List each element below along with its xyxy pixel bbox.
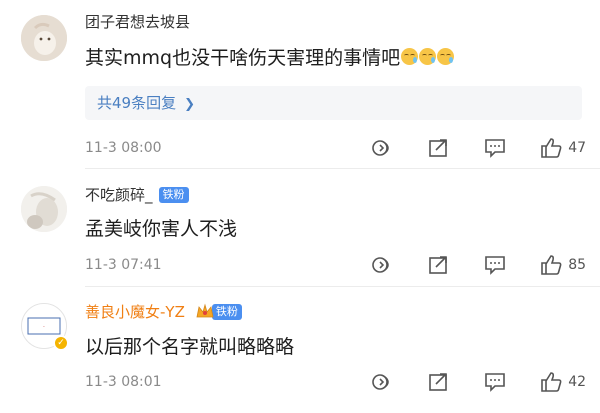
crying-laugh-emoji-icon <box>419 48 437 65</box>
fan-badge: 铁粉 <box>158 187 189 203</box>
like-count: 47 <box>568 140 587 156</box>
comment-meta: 11-3 08:01 42 <box>85 370 586 394</box>
comment-time: 11-3 08:00 <box>85 140 162 156</box>
comment-time: 11-3 08:01 <box>85 374 162 390</box>
view-replies-button[interactable]: 共49条回复 ❯ <box>85 86 582 120</box>
comment-icon[interactable] <box>484 254 516 276</box>
crown-icon <box>195 303 215 321</box>
fan-badge: 铁粉 <box>211 304 242 320</box>
comment-icon[interactable] <box>484 137 516 159</box>
comment-item: 团子君想去坡县 其实mmq也没干啥伤天害理的事情吧 共49条回复 ❯ 11-3 0… <box>0 0 600 169</box>
comment-item: 不吃颜碎_ 铁粉 孟美岐你害人不浅 11-3 07:41 85 <box>0 170 600 288</box>
replies-count-label: 共49条回复 <box>97 94 177 112</box>
like-count: 85 <box>568 257 587 273</box>
repost-icon[interactable] <box>372 371 404 393</box>
username-text[interactable]: 善良小魔女-YZ <box>85 302 185 322</box>
comment-meta: 11-3 08:00 47 <box>85 136 586 160</box>
like-count: 42 <box>568 374 587 390</box>
svg-text:·: · <box>43 324 45 331</box>
like-button[interactable]: 42 <box>540 372 586 392</box>
repost-icon[interactable] <box>372 254 404 276</box>
fan-badge-group: 铁粉 <box>189 303 242 321</box>
thumbs-up-icon <box>541 138 562 158</box>
username[interactable]: 善良小魔女-YZ 铁粉 <box>85 302 242 322</box>
divider <box>85 168 600 169</box>
share-icon[interactable] <box>428 254 460 276</box>
comment-item: · ✓ 善良小魔女-YZ 铁粉 以后那个名字就叫略略略 11-3 08:01 4… <box>0 288 600 413</box>
share-icon[interactable] <box>428 371 460 393</box>
chevron-right-icon: ❯ <box>184 97 195 112</box>
user-avatar[interactable]: · ✓ <box>21 303 69 351</box>
crying-laugh-emoji-icon <box>437 48 455 65</box>
username[interactable]: 不吃颜碎_ 铁粉 <box>85 185 189 205</box>
share-icon[interactable] <box>428 137 460 159</box>
user-avatar[interactable] <box>21 15 67 61</box>
comment-time: 11-3 07:41 <box>85 257 162 273</box>
like-button[interactable]: 47 <box>540 138 586 158</box>
verified-badge-icon: ✓ <box>53 335 69 351</box>
user-avatar[interactable] <box>21 186 67 232</box>
username-text[interactable]: 团子君想去坡县 <box>85 12 190 32</box>
crying-laugh-emoji-icon <box>401 48 419 65</box>
comment-text: 其实mmq也没干啥伤天害理的事情吧 <box>85 45 455 71</box>
thumbs-up-icon <box>541 372 562 392</box>
divider <box>85 286 600 287</box>
comment-meta: 11-3 07:41 85 <box>85 253 586 277</box>
like-button[interactable]: 85 <box>540 255 586 275</box>
repost-icon[interactable] <box>372 137 404 159</box>
comment-text: 孟美岐你害人不浅 <box>85 218 238 240</box>
comment-text: 以后那个名字就叫略略略 <box>85 336 295 358</box>
username[interactable]: 团子君想去坡县 <box>85 12 190 32</box>
comment-icon[interactable] <box>484 371 516 393</box>
username-text[interactable]: 不吃颜碎_ <box>85 185 153 205</box>
thumbs-up-icon <box>541 255 562 275</box>
comment-text-body: 其实mmq也没干啥伤天害理的事情吧 <box>85 47 401 69</box>
